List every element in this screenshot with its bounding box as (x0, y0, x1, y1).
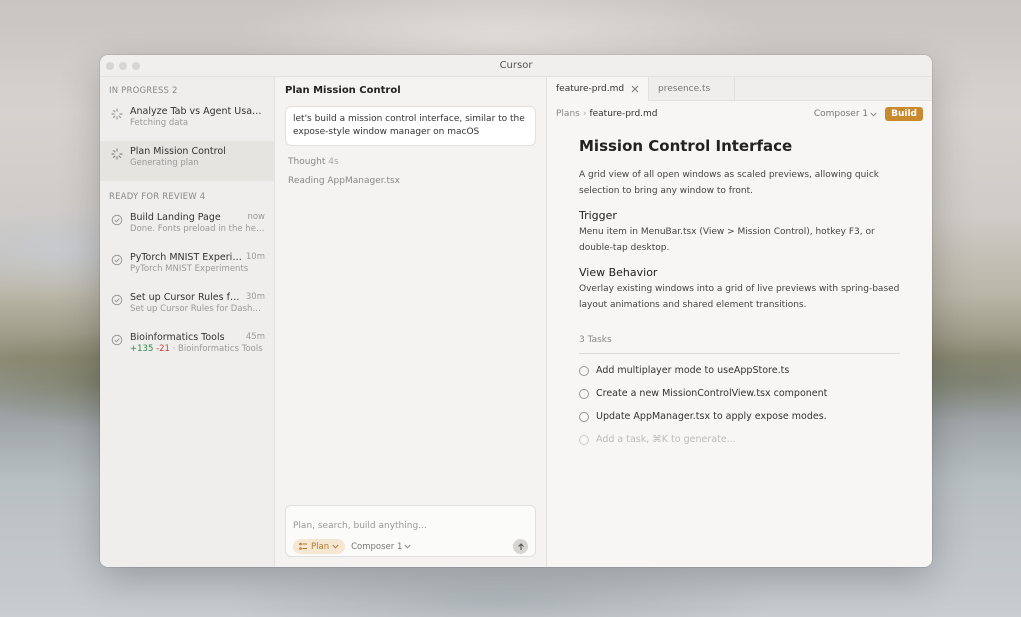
lines-added: +135 (130, 344, 154, 354)
tab-feature-prd[interactable]: feature-prd.md (547, 77, 649, 101)
mode-label: Plan (311, 541, 330, 552)
agent-title: Bioinformatics Tools (130, 332, 225, 343)
ready-for-review-header: READY FOR REVIEW 4 (109, 192, 206, 202)
title-bar: Cursor (100, 55, 932, 77)
agent-summary-text: · Bioinformatics Tools (172, 344, 263, 354)
document-content: Mission Control Interface A grid view of… (547, 127, 932, 446)
agent-time: 45m (245, 332, 265, 342)
agent-item-build-landing-page[interactable]: Build Landing Page now Done. Fonts prelo… (100, 207, 274, 247)
document-panel: feature-prd.md presence.ts Plans › featu… (547, 77, 932, 567)
spinner-icon (111, 108, 123, 120)
view-behavior-paragraph: Overlay existing windows into a grid of … (579, 284, 900, 310)
editor-tabs: feature-prd.md presence.ts (547, 77, 932, 101)
trigger-heading: Trigger (579, 209, 617, 222)
trigger-paragraph: Menu item in MenuBar.tsx (View > Mission… (579, 227, 875, 253)
doc-model-label: Composer 1 (813, 109, 869, 119)
app-window: Cursor IN PROGRESS 2 Analyze Tab vs Agen… (100, 55, 932, 567)
window-title: Cursor (499, 60, 533, 71)
tab-label: feature-prd.md (556, 84, 625, 94)
agent-item-plan-mission-control[interactable]: Plan Mission Control Generating plan (100, 141, 274, 181)
task-checkbox (579, 434, 589, 445)
chevron-down-icon (870, 112, 877, 117)
agent-title: Build Landing Page (130, 212, 221, 223)
user-message[interactable]: let's build a mission control interface,… (285, 106, 536, 146)
intro-paragraph: A grid view of all open windows as scale… (579, 170, 879, 196)
chevron-down-icon (332, 544, 339, 549)
in-progress-header: IN PROGRESS 2 (109, 86, 178, 96)
chevron-down-icon (404, 544, 411, 549)
doc-model-selector[interactable]: Composer 1 (814, 109, 877, 119)
agent-summary: Done. Fonts preload in the head,... (130, 224, 265, 234)
lines-removed: -21 (156, 344, 170, 354)
task-label: Update AppManager.tsx to apply expose mo… (596, 411, 827, 422)
task-checkbox[interactable] (579, 388, 589, 399)
model-selector[interactable]: Composer 1 (351, 542, 411, 552)
agent-summary: +135 -21 · Bioinformatics Tools (130, 344, 265, 354)
window-controls (106, 62, 140, 70)
document-title: Mission Control Interface (579, 137, 793, 155)
thought-indicator[interactable]: Thought 4s (285, 157, 536, 167)
chat-composer: Plan Composer 1 (285, 505, 536, 557)
agents-sidebar: IN PROGRESS 2 Analyze Tab vs Agent Usage… (100, 77, 275, 567)
task-checkbox[interactable] (579, 411, 589, 422)
tab-label: presence.ts (658, 83, 711, 94)
agent-time: 30m (245, 292, 265, 302)
agent-title: Analyze Tab vs Agent Usage P... (130, 106, 265, 117)
chat-input[interactable] (293, 521, 528, 531)
model-label: Composer 1 (351, 541, 403, 552)
task-checkbox[interactable] (579, 365, 589, 376)
chat-panel: Plan Mission Control let's build a missi… (275, 77, 547, 567)
breadcrumb-current: feature-prd.md (589, 109, 658, 119)
task-label: Create a new MissionControlView.tsx comp… (596, 388, 828, 399)
plan-list-icon (299, 542, 307, 550)
agent-item-cursor-rules[interactable]: Set up Cursor Rules for ... 30m Set up C… (100, 287, 274, 327)
chevron-right-icon: › (582, 109, 587, 119)
minimize-window-button[interactable] (119, 62, 127, 70)
check-circle-icon (111, 294, 123, 306)
arrow-up-icon (517, 542, 524, 550)
thought-label: Thought (288, 157, 326, 167)
task-item[interactable]: Add multiplayer mode to useAppStore.ts (579, 364, 900, 377)
agent-summary: Set up Cursor Rules for Dashboa... (130, 304, 265, 314)
agent-status: Fetching data (130, 118, 189, 128)
add-task-placeholder: Add a task, ⌘K to generate... (596, 434, 736, 445)
add-task-input[interactable]: Add a task, ⌘K to generate... (579, 433, 900, 446)
agent-item-analyze-tab[interactable]: Analyze Tab vs Agent Usage P... Fetching… (100, 101, 274, 141)
agent-item-pytorch-mnist[interactable]: PyTorch MNIST Experim... 10m PyTorch MNI… (100, 247, 274, 287)
chat-title: Plan Mission Control (285, 85, 401, 96)
zoom-window-button[interactable] (132, 62, 140, 70)
reading-status: Reading AppManager.tsx (288, 176, 401, 186)
send-button[interactable] (513, 539, 528, 554)
task-item[interactable]: Create a new MissionControlView.tsx comp… (579, 387, 900, 400)
mode-selector[interactable]: Plan (293, 539, 346, 554)
document-header: Plans › feature-prd.md Composer 1 Build (547, 101, 932, 127)
thought-time: 4s (328, 157, 339, 167)
agent-time: 10m (245, 252, 265, 262)
agent-title: Plan Mission Control (130, 146, 226, 157)
agent-title: Set up Cursor Rules for ... (130, 292, 242, 303)
tab-presence[interactable]: presence.ts (649, 77, 735, 100)
check-circle-icon (111, 334, 123, 346)
tasks-header: 3 Tasks (579, 335, 900, 354)
close-window-button[interactable] (106, 62, 114, 70)
spinner-icon (111, 148, 123, 160)
close-icon[interactable] (631, 85, 639, 93)
agent-summary: PyTorch MNIST Experiments (130, 264, 249, 274)
task-item[interactable]: Update AppManager.tsx to apply expose mo… (579, 410, 900, 423)
agent-time: now (247, 212, 265, 222)
breadcrumb-root[interactable]: Plans (556, 109, 580, 119)
agent-status: Generating plan (130, 158, 199, 168)
check-circle-icon (111, 214, 123, 226)
agent-title: PyTorch MNIST Experim... (130, 252, 242, 263)
task-label: Add multiplayer mode to useAppStore.ts (596, 365, 790, 376)
view-behavior-heading: View Behavior (579, 266, 658, 279)
build-button[interactable]: Build (885, 107, 923, 121)
agent-item-bioinformatics-tools[interactable]: Bioinformatics Tools 45m +135 -21 · Bioi… (100, 327, 274, 367)
check-circle-icon (111, 254, 123, 266)
